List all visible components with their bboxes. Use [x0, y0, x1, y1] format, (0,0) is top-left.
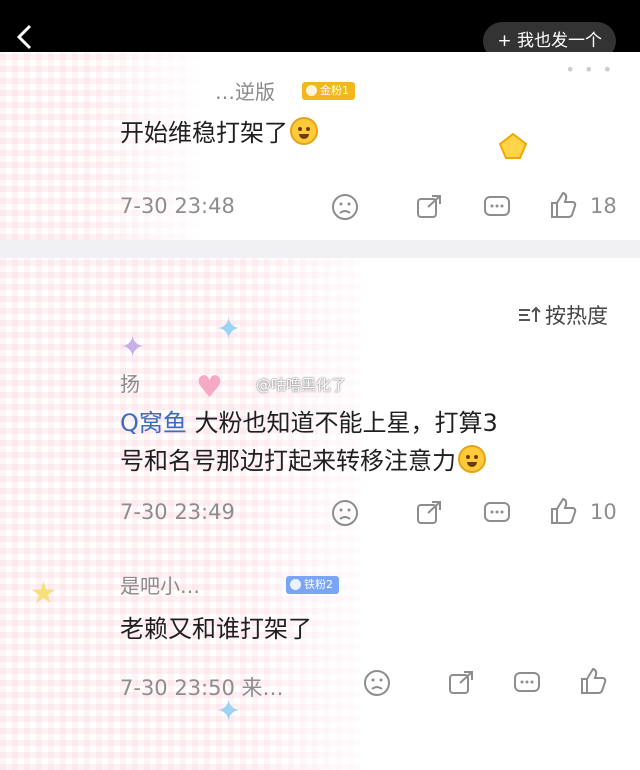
section-divider: [0, 240, 640, 258]
gold-gem-icon: [498, 132, 528, 159]
share-icon[interactable]: [414, 192, 444, 222]
username[interactable]: 是吧小…: [120, 570, 200, 599]
dislike-face-icon[interactable]: [330, 498, 360, 528]
like-count: 18: [590, 194, 617, 218]
laughing-tears-emoji-icon: [458, 445, 486, 473]
heart-icon: ♥: [196, 370, 223, 405]
sort-by-hot-button[interactable]: 按热度: [517, 300, 608, 330]
dislike-face-icon[interactable]: [362, 668, 392, 698]
share-icon[interactable]: [414, 498, 444, 528]
comment-time: 7-30 23:49: [120, 500, 235, 524]
comment-icon[interactable]: [482, 192, 512, 222]
like-count: 10: [590, 500, 617, 524]
sort-icon: [519, 306, 541, 322]
fan-badge: 金粉1: [302, 82, 355, 100]
more-dots-icon[interactable]: • • •: [566, 60, 614, 79]
like-thumb-icon[interactable]: [578, 666, 608, 696]
comment-time: 7-30 23:48: [120, 194, 235, 218]
watermark-text: @咕噜黑化了: [256, 376, 347, 394]
comment-card-2: ✦ ✦ ★ ✦ ♥ 按热度 扬 @咕噜黑化了 Q窝鱼 大粉也知道不能上星，打算3…: [0, 258, 640, 770]
comment-icon[interactable]: [512, 668, 542, 698]
star-icon: ★: [30, 576, 57, 611]
username[interactable]: …逆版: [215, 76, 275, 105]
comment-text-line-2: 号和名号那边打起来转移注意力: [120, 442, 486, 480]
comment-text: 开始维稳打架了: [120, 114, 318, 152]
comment-card-1: • • • …逆版 金粉1 开始维稳打架了 7-30 23:48 18: [0, 52, 640, 240]
comment-text: Q窝鱼 大粉也知道不能上星，打算3: [120, 409, 498, 437]
grinning-sweat-emoji-icon: [290, 117, 318, 145]
comment-text: 老赖又和谁打架了: [120, 615, 312, 643]
sparkle-icon: ✦: [120, 330, 146, 365]
like-thumb-icon[interactable]: [548, 496, 578, 526]
sparkle-icon: ✦: [216, 312, 242, 347]
search-mention-link[interactable]: Q窝鱼: [120, 409, 187, 437]
fan-badge: 铁粉2: [286, 576, 339, 594]
top-bar: + 我也发一个: [0, 0, 640, 60]
back-arrow-icon[interactable]: [10, 22, 40, 52]
comment-icon[interactable]: [482, 498, 512, 528]
share-icon[interactable]: [446, 668, 476, 698]
dislike-face-icon[interactable]: [330, 192, 360, 222]
username[interactable]: 扬: [120, 368, 140, 397]
comment-time: 7-30 23:50 来…: [120, 676, 284, 700]
like-thumb-icon[interactable]: [548, 190, 578, 220]
